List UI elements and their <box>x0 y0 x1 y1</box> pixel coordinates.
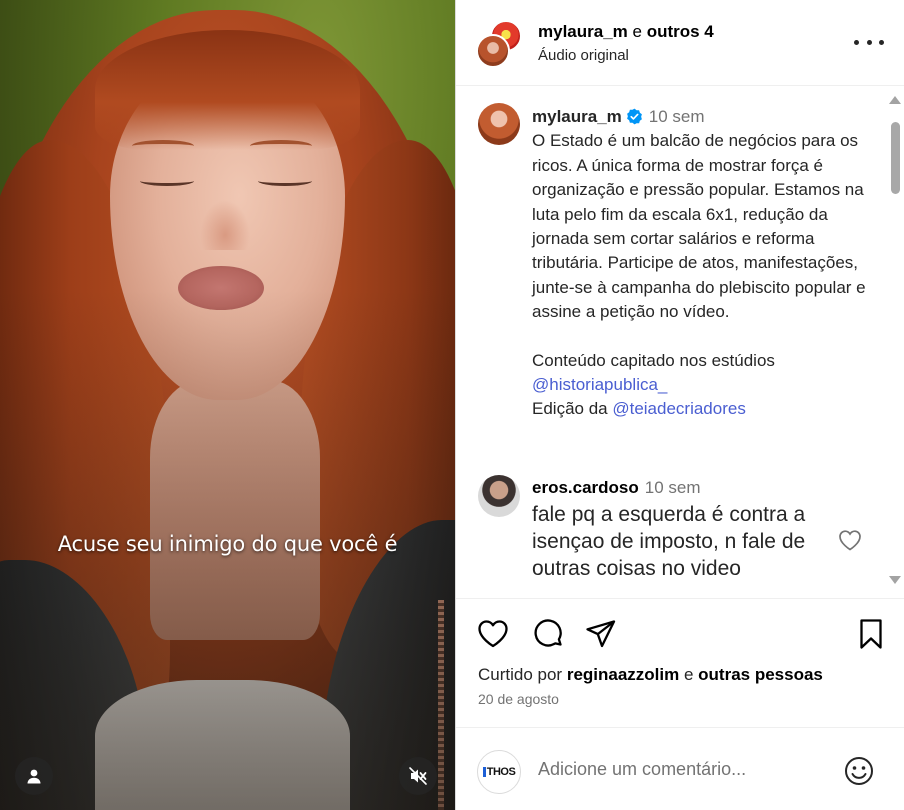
avatar[interactable] <box>478 475 520 517</box>
caption-text: O Estado é um balcão de negócios para os… <box>532 131 871 322</box>
mute-button[interactable] <box>399 757 437 795</box>
comments-list[interactable]: mylaura_m 10 sem O Estado é um balcão de … <box>456 87 904 598</box>
credits-text: Conteúdo capitado nos estúdios <box>532 350 775 370</box>
edit-credits-text: Edição da <box>532 399 613 419</box>
like-heart-icon[interactable] <box>476 617 510 651</box>
post-caption: mylaura_m 10 sem O Estado é um balcão de … <box>532 105 872 422</box>
comment-text: fale pq a esquerda é contra a isençao de… <box>532 503 806 580</box>
other-collaborators-link[interactable]: outros 4 <box>647 22 714 41</box>
mention-link[interactable]: @teiadecriadores <box>612 399 746 418</box>
comment-username-link[interactable]: eros.cardoso <box>532 478 639 497</box>
comment-timestamp: 10 sem <box>644 478 701 497</box>
user-icon <box>27 769 41 784</box>
post-side-panel: mylaura_m e outros 4 Áudio original myla… <box>455 0 904 810</box>
avatar[interactable] <box>478 103 520 145</box>
post-date[interactable]: 20 de agosto <box>478 691 559 707</box>
post-header: mylaura_m e outros 4 Áudio original <box>456 0 904 86</box>
share-paper-plane-icon[interactable] <box>584 617 618 651</box>
tagged-users-button[interactable] <box>15 757 53 795</box>
comments-scrollbar[interactable] <box>889 96 901 586</box>
collaborator-avatars[interactable] <box>476 20 522 68</box>
avatar: THOS <box>477 750 521 794</box>
video-player[interactable]: Acuse seu inimigo do que você é <box>0 0 455 810</box>
comment-bubble-icon[interactable] <box>531 617 565 651</box>
emoji-icon[interactable] <box>843 755 875 787</box>
more-options-icon[interactable] <box>854 32 884 52</box>
verified-badge-icon <box>626 108 642 125</box>
post-actions: Curtido por reginaazzolim e outras pesso… <box>456 598 904 726</box>
comment-composer: THOS <box>456 727 904 810</box>
comment-header: eros.cardoso 10 sem <box>532 478 701 498</box>
video-subtitle: Acuse seu inimigo do que você é <box>57 532 398 556</box>
save-bookmark-icon[interactable] <box>854 617 888 651</box>
post-authors: mylaura_m e outros 4 <box>538 22 714 41</box>
comment-like-heart-icon[interactable] <box>838 529 862 551</box>
speaker-muted-icon <box>409 767 427 785</box>
avatar <box>476 34 510 68</box>
liked-by-others-link[interactable]: outras pessoas <box>698 665 823 684</box>
scroll-up-arrow-icon[interactable] <box>889 96 901 104</box>
scroll-down-arrow-icon[interactable] <box>889 576 901 584</box>
author-username-link[interactable]: mylaura_m <box>538 22 628 41</box>
mention-link[interactable]: @historiapublica_ <box>532 375 667 394</box>
liked-by-text: Curtido por reginaazzolim e outras pesso… <box>478 665 823 684</box>
comment-input[interactable] <box>538 759 838 780</box>
audio-link[interactable]: Áudio original <box>538 47 629 64</box>
scrollbar-thumb[interactable] <box>891 122 900 194</box>
liked-by-user-link[interactable]: reginaazzolim <box>567 665 679 684</box>
caption-username-link[interactable]: mylaura_m <box>532 107 622 126</box>
caption-timestamp: 10 sem <box>648 107 705 126</box>
